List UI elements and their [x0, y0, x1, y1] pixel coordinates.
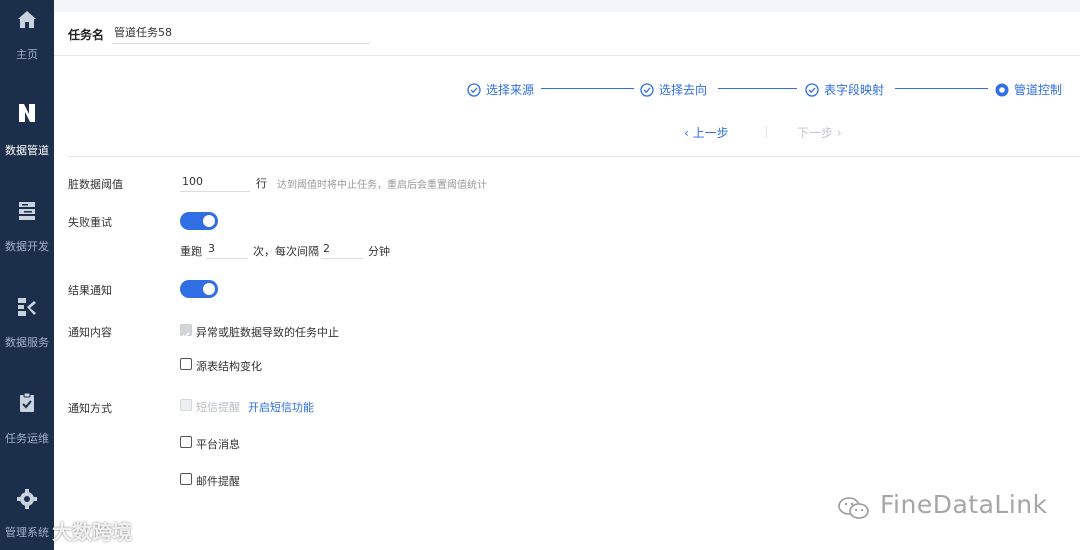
- dirty-threshold-label: 脏数据阈值: [68, 178, 123, 191]
- watermark-right-text: FineDataLink: [880, 490, 1048, 519]
- toggle-knob: [203, 215, 215, 227]
- next-step-button[interactable]: 下一步 ›: [797, 124, 842, 141]
- sidebar-item-label: 主页: [16, 48, 38, 61]
- checkbox-email[interactable]: [180, 473, 192, 485]
- checkbox-task-abort[interactable]: [180, 324, 192, 339]
- step-field-mapping[interactable]: 表字段映射: [805, 80, 895, 98]
- step-select-source[interactable]: 选择来源: [467, 80, 542, 98]
- task-name-row: 任务名: [54, 12, 1080, 56]
- gear-icon: [14, 486, 40, 512]
- step-pipeline-control[interactable]: 管道控制: [995, 80, 1075, 98]
- interval-input[interactable]: [321, 239, 363, 259]
- task-ops-icon: [14, 390, 40, 416]
- chevron-left-icon: ‹: [684, 126, 689, 140]
- dirty-threshold-unit: 行: [256, 177, 267, 190]
- check-icon: [182, 332, 190, 339]
- watermark-left-text: 大数跨境: [52, 520, 132, 544]
- rerun-count-input[interactable]: [206, 239, 248, 259]
- step-label: 选择来源: [486, 83, 535, 97]
- pipeline-icon: [14, 100, 40, 126]
- result-notify-toggle[interactable]: [180, 280, 218, 298]
- sidebar-item-data-service[interactable]: 数据服务: [0, 294, 54, 374]
- step-label: 选择去向: [659, 83, 708, 97]
- retry-label: 失败重试: [68, 216, 112, 229]
- step-select-target[interactable]: 选择去向: [640, 80, 715, 98]
- next-step-label: 下一步: [797, 126, 834, 140]
- dirty-threshold-hint: 达到阈值时将中止任务，重启后会重置阈值统计: [277, 180, 487, 191]
- checkbox-task-abort-label: 异常或脏数据导致的任务中止: [196, 326, 339, 339]
- toggle-knob: [203, 283, 215, 295]
- sidebar-item-task-ops[interactable]: 任务运维: [0, 390, 54, 470]
- check-circle-icon: [805, 82, 819, 97]
- dirty-threshold-input[interactable]: [180, 172, 250, 192]
- step-connector: [718, 88, 797, 89]
- app-root: 主页 数据管道 数据开发 数据服务 任务运维 管理系统 任务名 管道任务58 选…: [0, 0, 1080, 550]
- checkbox-schema-change-label: 源表结构变化: [196, 360, 262, 373]
- watermark-left: 大数跨境: [6, 516, 132, 545]
- wechat-logo-icon: [838, 496, 870, 520]
- checkbox-platform-message-label: 平台消息: [196, 438, 240, 451]
- retry-toggle[interactable]: [180, 212, 218, 230]
- check-circle-icon: [467, 82, 481, 97]
- top-strip: [54, 0, 1080, 12]
- check-circle-icon: [640, 82, 654, 97]
- result-notify-label: 结果通知: [68, 284, 112, 297]
- home-icon: [14, 8, 40, 34]
- sidebar-item-pipeline[interactable]: 数据管道: [0, 100, 54, 180]
- rerun-label: 重跑: [180, 245, 202, 258]
- task-name-label: 任务名: [68, 28, 105, 42]
- data-dev-icon: [14, 198, 40, 224]
- prev-step-label: 上一步: [692, 126, 729, 140]
- step-label: 表字段映射: [824, 83, 885, 97]
- step-connector: [541, 88, 634, 89]
- step-connector: [895, 88, 988, 89]
- checkbox-sms-label: 短信提醒: [196, 401, 240, 414]
- interval-unit: 分钟: [368, 245, 390, 258]
- enable-sms-link[interactable]: 开启短信功能: [248, 399, 314, 415]
- checkbox-platform-message[interactable]: [180, 436, 192, 448]
- sidebar-item-label: 数据开发: [5, 240, 49, 253]
- sidebar-item-label: 任务运维: [5, 432, 49, 445]
- sidebar-item-home[interactable]: 主页: [0, 8, 54, 88]
- prev-step-button[interactable]: ‹ 上一步: [684, 124, 729, 141]
- checkbox-schema-change[interactable]: [180, 358, 192, 370]
- sidebar: 主页 数据管道 数据开发 数据服务 任务运维 管理系统: [0, 0, 54, 550]
- sidebar-item-label: 数据服务: [5, 336, 49, 349]
- data-service-icon: [14, 294, 40, 320]
- step-label: 管道控制: [1014, 83, 1063, 97]
- nav-separator: [766, 126, 767, 138]
- chevron-right-icon: ›: [836, 126, 842, 140]
- current-step-icon: [995, 82, 1009, 97]
- notify-method-label: 通知方式: [68, 402, 112, 415]
- checkbox-email-label: 邮件提醒: [196, 475, 240, 488]
- section-divider: [68, 156, 1080, 157]
- checkbox-sms: [180, 399, 192, 411]
- sidebar-item-label: 数据管道: [5, 144, 49, 157]
- notify-content-label: 通知内容: [68, 326, 112, 339]
- task-name-input[interactable]: [112, 20, 370, 44]
- interval-label: 次，每次间隔: [253, 245, 319, 258]
- sidebar-item-data-dev[interactable]: 数据开发: [0, 198, 54, 278]
